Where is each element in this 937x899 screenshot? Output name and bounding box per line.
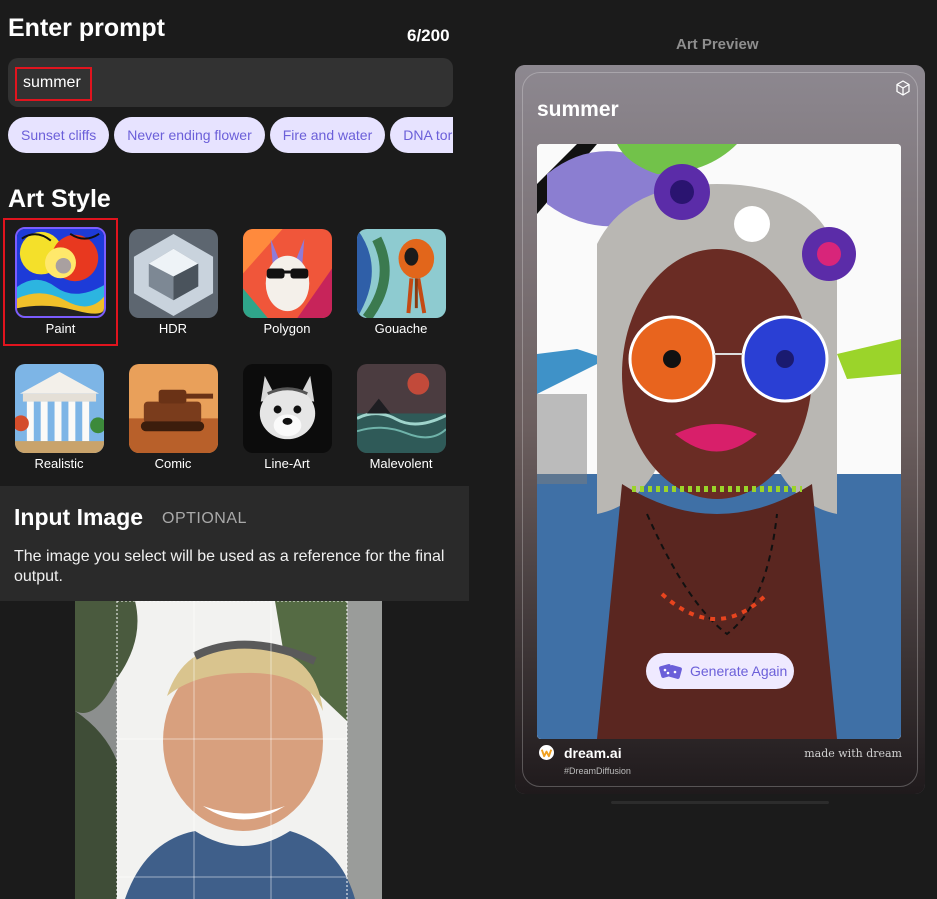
- dice-icon: [659, 664, 682, 679]
- style-label: Comic: [154, 456, 192, 471]
- art-preview-card: summer Generate Again dream.ai #DreamDif…: [515, 65, 925, 794]
- paint-thumbnail: [15, 227, 106, 318]
- polygon-thumbnail: [242, 229, 332, 318]
- dream-logo-icon: [539, 745, 554, 760]
- line-art-thumbnail: [242, 364, 332, 453]
- prompt-value[interactable]: summer: [15, 67, 92, 101]
- prompt-counter: 6/200: [407, 26, 450, 45]
- chip-never-ending-flower[interactable]: Never ending flower: [114, 117, 265, 153]
- art-preview-heading: Art Preview: [676, 36, 759, 53]
- style-gouache[interactable]: Gouache: [349, 220, 453, 336]
- realistic-thumbnail: [14, 364, 104, 453]
- made-with-label: made with dream: [804, 747, 902, 760]
- generated-artwork: [537, 144, 901, 739]
- style-hdr[interactable]: HDR: [121, 220, 225, 336]
- preview-prompt-text: summer: [537, 98, 619, 121]
- generate-again-label: Generate Again: [690, 663, 788, 679]
- generate-again-button[interactable]: Generate Again: [646, 653, 794, 689]
- chip-fire-and-water[interactable]: Fire and water: [269, 117, 386, 153]
- style-paint[interactable]: Paint: [3, 218, 118, 346]
- chip-dna-tornado[interactable]: DNA tornado: [390, 117, 453, 153]
- style-label: Line-Art: [264, 456, 310, 471]
- input-image-description: The image you select will be used as a r…: [14, 548, 445, 585]
- style-label: Malevolent: [369, 456, 433, 471]
- malevolent-thumbnail: [356, 364, 446, 453]
- brand-name: dream.ai: [564, 745, 622, 761]
- style-label: Gouache: [374, 321, 428, 336]
- style-line-art[interactable]: Line-Art: [235, 355, 339, 471]
- style-comic[interactable]: Comic: [121, 355, 225, 471]
- style-realistic[interactable]: Realistic: [7, 355, 111, 471]
- style-label: Polygon: [263, 321, 311, 336]
- style-polygon[interactable]: Polygon: [235, 220, 339, 336]
- hdr-thumbnail: [128, 229, 218, 318]
- style-label: Paint: [45, 321, 76, 336]
- chip-sunset-cliffs[interactable]: Sunset cliffs: [8, 117, 110, 153]
- input-image-preview[interactable]: [75, 601, 382, 899]
- prompt-heading: Enter prompt: [8, 14, 165, 42]
- style-label: HDR: [158, 321, 188, 336]
- left-panel: Enter prompt 6/200 summer Sunset cliffs N…: [0, 0, 470, 899]
- input-image-heading: Input Image: [14, 504, 144, 530]
- input-image-panel: Input Image OPTIONAL The image you selec…: [0, 486, 469, 601]
- suggestion-chips: Sunset cliffs Never ending flower Fire and…: [8, 117, 453, 155]
- comic-thumbnail: [128, 364, 218, 453]
- gouache-thumbnail: [356, 229, 446, 318]
- brand-hashtag: #DreamDiffusion: [564, 766, 631, 776]
- style-malevolent[interactable]: Malevolent: [349, 355, 453, 471]
- scroll-indicator: [611, 801, 829, 804]
- style-label: Realistic: [34, 456, 84, 471]
- art-style-heading: Art Style: [8, 185, 111, 213]
- optional-label: OPTIONAL: [162, 510, 247, 527]
- cube-icon[interactable]: [895, 80, 911, 96]
